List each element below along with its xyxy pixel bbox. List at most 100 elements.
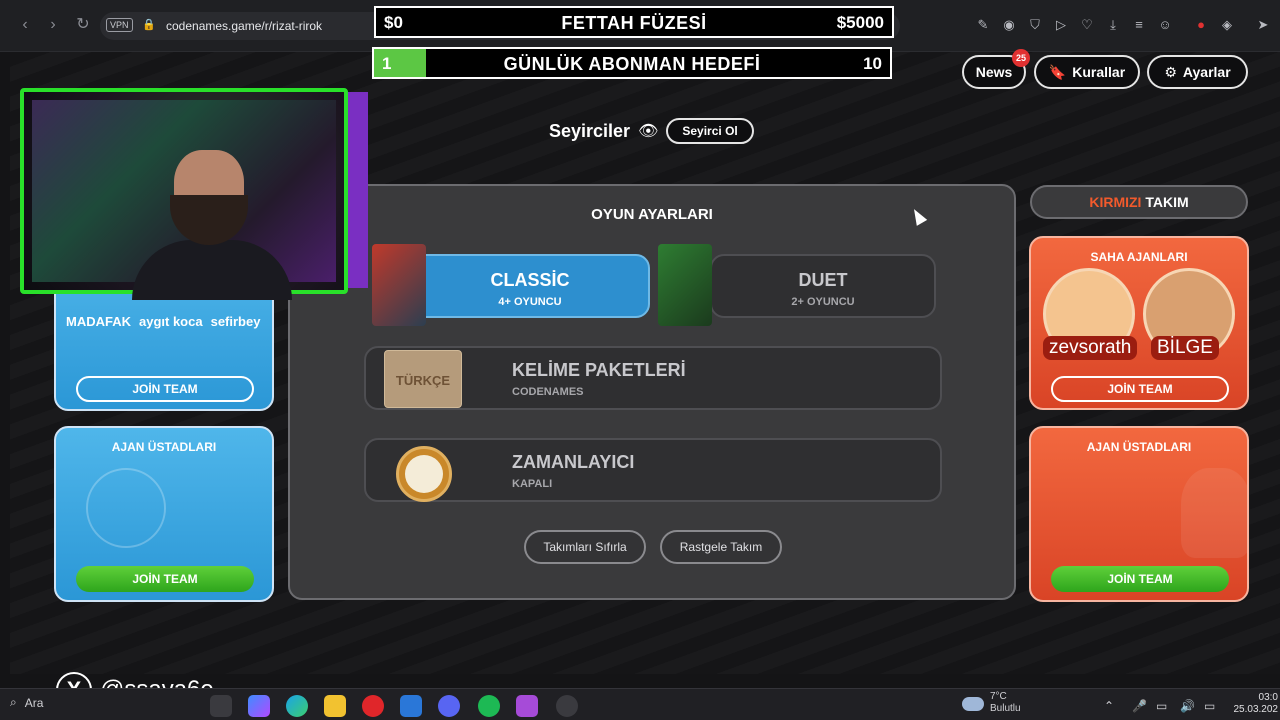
shield-icon[interactable]: ⛉ [1026,16,1044,34]
turkce-box-label: TÜRKÇE [395,373,451,388]
download-icon[interactable]: ⤓ [1104,16,1122,34]
extension-icon[interactable]: ● [1192,16,1210,34]
camera-icon[interactable]: ◉ [1000,16,1018,34]
webcam-feed [32,100,336,300]
app-icon[interactable] [516,695,538,717]
file-icon[interactable] [210,695,232,717]
lock-icon: 🔒 [142,19,156,31]
turkce-box-art: TÜRKÇE [384,350,462,408]
mail-icon[interactable] [400,695,422,717]
goal-title: FETTAH FÜZESİ [561,13,707,33]
chevron-up-icon[interactable]: ⌃ [1104,699,1114,713]
weather-condition: Bulutlu [990,703,1021,714]
settings-button[interactable]: ⚙ Ayarlar [1147,55,1248,89]
duet-subtitle: 2+ OYUNCU [791,296,855,308]
classic-title: CLASSİC [490,270,570,290]
edit-icon[interactable]: ✎ [974,16,992,34]
vpn-badge[interactable]: VPN [106,18,133,32]
red-spymaster-illustration [1181,468,1247,558]
weather-temp: 7°C [990,691,1007,702]
red-join-spymasters-button[interactable]: JOİN TEAM [1051,566,1229,592]
player-name[interactable]: MADAFAK [66,314,131,329]
profile-icon[interactable]: ☺ [1156,16,1174,34]
classic-mode-card[interactable]: CLASSİC 4+ OYUNCU [410,254,650,318]
blue-spymasters-card: AJAN ÜSTADLARI JOİN TEAM [54,426,274,602]
taskbar-clock[interactable]: 03:0 25.03.202 [1234,692,1279,716]
timer-card[interactable]: ZAMANLAYICI KAPALI [364,438,942,502]
game-settings-panel: OYUN AYARLARI CLASSİC 4+ OYUNCU DUET 2+ … [288,184,1016,600]
word-packs-card[interactable]: TÜRKÇE KELİME PAKETLERİ CODENAMES [364,346,942,410]
player-name[interactable]: sefirbey [211,314,261,329]
rules-label: Kurallar [1072,64,1126,80]
blue-join-spymasters-button[interactable]: JOİN TEAM [76,566,254,592]
search-label: Ara [24,695,44,710]
duet-mode-card[interactable]: DUET 2+ OYUNCU [710,254,936,318]
forward-icon[interactable]: › [42,14,64,36]
streamer-body [132,240,292,300]
menu-icon[interactable]: ≡ [1130,16,1148,34]
news-label: News [975,64,1013,80]
stopwatch-icon [396,446,452,502]
news-count-badge: 25 [1012,49,1030,67]
timer-subtitle: KAPALI [512,478,553,490]
cube-icon[interactable]: ◈ [1218,16,1236,34]
blue-spymasters-title: AJAN ÜSTADLARI [111,440,217,454]
player-name[interactable]: BİLGE [1151,336,1219,360]
webcam-side-strip [348,92,368,288]
webcam-overlay [20,88,348,300]
spotify-icon[interactable] [478,695,500,717]
obs-icon[interactable] [556,695,578,717]
player-name[interactable]: zevsorath [1043,336,1138,360]
red-operatives-card: SAHA AJANLARI zevsorath BİLGE JOİN TEAM [1029,236,1249,410]
blue-player-list: MADAFAK aygıt koca sefirbey [66,314,260,329]
reset-teams-button[interactable]: Takımları Sıfırla [524,530,646,564]
clock-date: 25.03.202 [1233,704,1279,715]
battery-icon[interactable]: ▭ [1204,699,1215,713]
play-icon[interactable]: ▷ [1052,16,1070,34]
spectators-label: Seyirciler [549,120,631,141]
player-name[interactable]: aygıt koca [139,314,203,329]
red-join-operatives-button[interactable]: JOİN TEAM [1051,376,1229,402]
timer-title: ZAMANLAYICI [512,452,635,472]
spectators-section: Seyirciler 👁 Seyirci Ol [549,118,754,144]
blue-spymaster-illustration [86,468,166,548]
edge-icon[interactable] [286,695,308,717]
reload-icon[interactable]: ↻ [72,14,94,36]
opera-icon[interactable] [362,695,384,717]
bookmark-icon: 🔖 [1048,63,1067,80]
random-team-button[interactable]: Rastgele Takım [660,530,782,564]
red-spymasters-card: AJAN ÜSTADLARI JOİN TEAM [1029,426,1249,602]
search-icon: ⌕ [10,695,17,709]
news-button[interactable]: News 25 [962,49,1030,89]
team-word: TAKIM [1145,194,1189,210]
cloud-icon [962,697,984,711]
sub-goal-title: GÜNLÜK ABONMAN HEDEFİ [503,54,761,74]
spectate-button[interactable]: Seyirci Ol [666,118,754,144]
clock-time: 03:0 [1258,692,1278,703]
copilot-icon[interactable] [248,695,270,717]
goal-target: $5000 [836,13,884,32]
stream-goal-bar: $0 FETTAH FÜZESİ $5000 [374,6,894,38]
volume-icon[interactable]: 🔊 [1180,699,1195,713]
eye-icon: 👁 [638,123,659,140]
settings-title: OYUN AYARLARI [591,206,713,223]
duet-title: DUET [798,270,848,290]
rules-button[interactable]: 🔖 Kurallar [1034,55,1140,89]
weather-widget[interactable]: 7°C Bulutlu [990,691,1021,715]
subscriber-goal-bar: 1 GÜNLÜK ABONMAN HEDEFİ 10 [372,47,892,79]
heart-icon[interactable]: ♡ [1078,16,1096,34]
folder-icon[interactable] [324,695,346,717]
blue-join-operatives-button[interactable]: JOİN TEAM [76,376,254,402]
url-text[interactable]: codenames.game/r/rizat-rirok [166,19,322,33]
send-icon[interactable]: ➤ [1254,16,1272,34]
discord-icon[interactable] [438,695,460,717]
settings-label: Ayarlar [1182,64,1231,80]
streamer-beard [170,195,248,245]
network-icon[interactable]: ▭ [1156,699,1167,713]
taskbar-search[interactable]: ⌕ Ara [10,695,43,710]
word-packs-subtitle: CODENAMES [512,386,584,398]
back-icon[interactable]: ‹ [14,14,36,36]
microphone-icon[interactable]: 🎤 [1132,699,1147,713]
windows-taskbar: ⌕ Ara 7°C Bulutlu ⌃ 🎤 ▭ 🔊 ▭ 03:0 25.03.2… [0,688,1280,720]
duet-box-art [658,244,712,326]
